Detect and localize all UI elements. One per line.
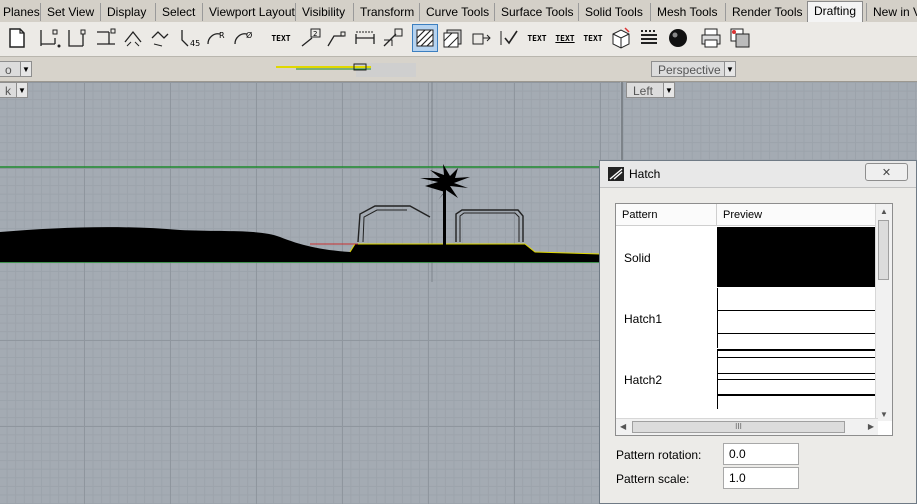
terrain-section[interactable] xyxy=(0,227,600,262)
pattern-name: Hatch2 xyxy=(624,373,663,387)
horizontal-scroll-thumb[interactable]: III xyxy=(632,421,845,433)
pattern-row-solid[interactable]: Solid xyxy=(616,227,879,288)
tab-viewport-layout[interactable]: Viewport Layout xyxy=(202,3,301,21)
tab-curve-tools[interactable]: Curve Tools xyxy=(419,3,495,21)
viewport-title-top[interactable]: o xyxy=(0,61,22,77)
leader-icon[interactable] xyxy=(324,24,350,52)
viewport-dropdown-left[interactable]: ▼ xyxy=(663,82,675,98)
svg-text:45: 45 xyxy=(190,39,200,48)
dimension-aligned-icon[interactable] xyxy=(37,24,63,52)
scroll-up-arrow-icon[interactable]: ▲ xyxy=(880,207,888,216)
new-document-icon[interactable] xyxy=(4,24,30,52)
scale-bar-indicator xyxy=(276,63,416,77)
tab-drafting[interactable]: Drafting xyxy=(807,1,864,22)
svg-text:R: R xyxy=(219,31,225,40)
viewport-dropdown-top[interactable]: ▼ xyxy=(20,61,32,77)
viewport-title-perspective[interactable]: Perspective xyxy=(651,61,725,77)
list-horizontal-scrollbar[interactable]: ◀ III ▶ xyxy=(616,418,878,435)
print-icon[interactable] xyxy=(698,24,724,52)
tab-transform[interactable]: Transform xyxy=(353,3,420,21)
text-object-icon[interactable]: TEXT xyxy=(580,24,606,52)
column-header-preview[interactable]: Preview xyxy=(717,204,878,226)
hatch-panel-title: Hatch xyxy=(629,167,661,181)
tab-planes[interactable]: Planes xyxy=(0,3,46,21)
sphere-icon[interactable] xyxy=(665,24,691,52)
text-edit-label: TEXT xyxy=(527,33,547,43)
tab-display[interactable]: Display xyxy=(100,3,152,21)
text-explode-label: TEXT xyxy=(555,33,575,43)
toolbar-tab-strip: Planes Set View Display Select Viewport … xyxy=(0,0,917,23)
shelter-left[interactable] xyxy=(357,205,431,243)
drafting-toolbar: 45 R Ø TEXT 2 TEXT TEXT TEXT xyxy=(0,22,917,57)
scroll-right-arrow-icon[interactable]: ▶ xyxy=(868,422,874,431)
hatch-panel-icon xyxy=(608,167,624,181)
pattern-preview-hatch1 xyxy=(717,288,879,348)
dimension-diameter-icon[interactable]: R xyxy=(204,24,230,52)
dimension-radius-icon[interactable]: 45 xyxy=(177,24,203,52)
pattern-preview-hatch2 xyxy=(717,349,879,409)
dimension-diameter-2-icon[interactable]: Ø xyxy=(231,24,257,52)
svg-text:Ø: Ø xyxy=(246,30,252,40)
column-header-pattern[interactable]: Pattern xyxy=(616,204,717,226)
make-2d-icon[interactable] xyxy=(468,24,494,52)
dimension-linear-icon[interactable] xyxy=(64,24,90,52)
tab-select[interactable]: Select xyxy=(155,3,201,21)
layout-icon[interactable] xyxy=(727,24,753,52)
viewport-title-left[interactable]: Left xyxy=(626,82,664,98)
pattern-name: Solid xyxy=(624,251,651,265)
text-edit-icon[interactable]: TEXT xyxy=(524,24,550,52)
drawing-canvas[interactable] xyxy=(0,82,620,282)
viewport-title-row: o ▼ Perspective ▼ xyxy=(0,57,917,82)
tab-surface-tools[interactable]: Surface Tools xyxy=(494,3,580,21)
list-vertical-scrollbar[interactable]: ▲ ▼ xyxy=(875,204,892,421)
dimension-style-icon[interactable] xyxy=(352,24,378,52)
hatch-panel: Hatch ✕ Pattern Preview Solid Hatch1 Hat… xyxy=(599,160,917,504)
hatch-panel-header: Hatch ✕ xyxy=(600,161,916,188)
dimension-angle-icon[interactable] xyxy=(120,24,146,52)
tab-solid-tools[interactable]: Solid Tools xyxy=(578,3,649,21)
dimension-ordinate-icon[interactable] xyxy=(147,24,173,52)
cube-annotation-icon[interactable] xyxy=(608,24,634,52)
pattern-row-hatch2[interactable]: Hatch2 xyxy=(616,349,879,410)
tab-set-view[interactable]: Set View xyxy=(40,3,100,21)
hatch-icon[interactable] xyxy=(412,24,438,52)
pattern-rotation-input[interactable]: 0.0 xyxy=(723,443,799,465)
tab-visibility[interactable]: Visibility xyxy=(295,3,351,21)
viewport-dropdown-perspective[interactable]: ▼ xyxy=(724,61,736,77)
text-explode-icon[interactable]: TEXT xyxy=(552,24,578,52)
tab-mesh-tools[interactable]: Mesh Tools xyxy=(650,3,723,21)
scroll-left-arrow-icon[interactable]: ◀ xyxy=(620,422,626,431)
hatch-pattern-list[interactable]: Pattern Preview Solid Hatch1 Hatch2 ▲ ▼ … xyxy=(615,203,893,436)
pattern-scale-input[interactable]: 1.0 xyxy=(723,467,799,489)
vertical-scroll-thumb[interactable] xyxy=(878,220,889,280)
shelter-left-inner xyxy=(362,209,407,243)
dot-matrix-icon[interactable] xyxy=(636,24,662,52)
recalc-dimension-icon[interactable] xyxy=(380,24,406,52)
palm-tree[interactable] xyxy=(420,164,470,245)
pattern-preview-solid xyxy=(717,227,879,287)
pattern-rotation-label: Pattern rotation: xyxy=(616,448,702,462)
text-icon[interactable]: TEXT xyxy=(268,24,294,52)
pattern-scale-label: Pattern scale: xyxy=(616,472,690,486)
dimension-rotated-icon[interactable] xyxy=(93,24,119,52)
scroll-down-arrow-icon[interactable]: ▼ xyxy=(880,410,888,419)
pattern-row-hatch1[interactable]: Hatch1 xyxy=(616,288,879,349)
hatch-pattern-icon[interactable] xyxy=(440,24,466,52)
shelter-right[interactable] xyxy=(455,209,524,242)
close-icon: ✕ xyxy=(881,166,892,179)
pattern-name: Hatch1 xyxy=(624,312,663,326)
check-icon[interactable] xyxy=(496,24,522,52)
svg-text:2: 2 xyxy=(313,30,317,38)
text-icon-label: TEXT xyxy=(271,33,291,43)
shelter-right-inner xyxy=(459,212,520,242)
text-field-icon[interactable]: 2 xyxy=(298,24,324,52)
tab-new-in-v5[interactable]: New in V5 xyxy=(866,3,917,21)
tab-render-tools[interactable]: Render Tools xyxy=(725,3,809,21)
close-button[interactable]: ✕ xyxy=(865,163,908,181)
text-object-label: TEXT xyxy=(583,33,603,43)
